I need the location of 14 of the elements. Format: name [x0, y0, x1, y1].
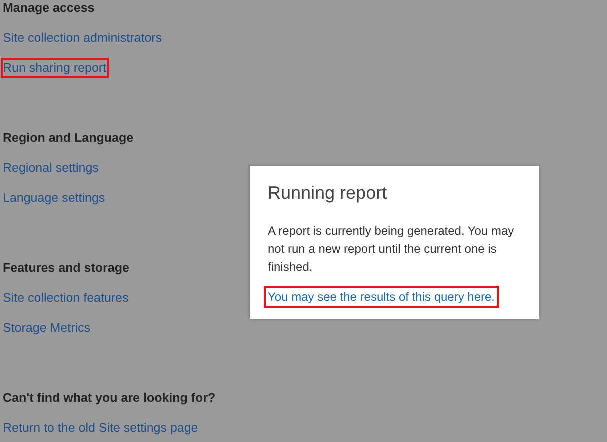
dialog-message: A report is currently being generated. You may not run a new report until the current one is finished. — [268, 223, 516, 276]
dialog-title: Running report — [268, 183, 388, 204]
settings-link[interactable]: Regional settings — [1, 158, 101, 178]
settings-link[interactable]: Language settings — [1, 188, 108, 208]
section-heading: Can't find what you are looking for? — [3, 391, 216, 405]
section-heading: Region and Language — [3, 131, 134, 145]
results-link[interactable]: You may see the results of this query here. — [264, 286, 500, 308]
settings-link[interactable]: Site collection administrators — [1, 28, 164, 48]
section-heading: Features and storage — [3, 261, 130, 275]
settings-link[interactable]: Storage Metrics — [1, 318, 93, 338]
settings-link[interactable]: Run sharing report — [1, 58, 109, 78]
section-heading: Manage access — [3, 1, 95, 15]
settings-link[interactable]: Return to the old Site settings page — [1, 418, 200, 438]
settings-link[interactable]: Site collection features — [1, 288, 131, 308]
